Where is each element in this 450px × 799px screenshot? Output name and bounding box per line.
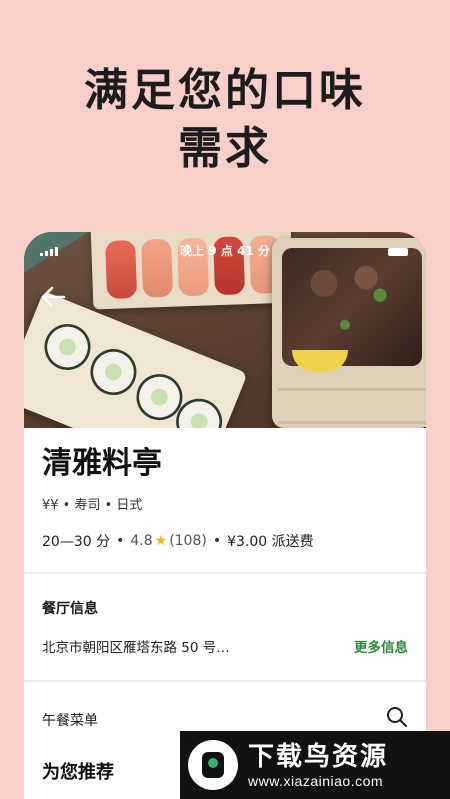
- watermark-logo-icon: [188, 740, 238, 790]
- watermark-banner: 下载鸟资源 www.xiazainiao.com: [180, 731, 450, 799]
- recommended-title: 为您推荐: [42, 762, 114, 783]
- divider: [24, 680, 426, 682]
- battery-icon: [388, 248, 408, 256]
- hero-food-photo: 晚上 9 点 41 分: [24, 232, 426, 428]
- restaurant-info: 清雅料亭 ¥¥ • 寿司 • 日式 20—30 分 • 4.8 ★ (108) …: [24, 428, 426, 551]
- headline-line-1: 满足您的口味: [84, 65, 366, 116]
- tray-ridges: [278, 388, 426, 424]
- watermark-text: 下载鸟资源 www.xiazainiao.com: [248, 741, 388, 789]
- delivery-fee: ¥3.00 派送费: [227, 534, 314, 550]
- headline-line-2: 需求: [178, 123, 272, 174]
- watermark-url: www.xiazainiao.com: [248, 773, 384, 789]
- restaurant-meta: 20—30 分 • 4.8 ★ (108) • ¥3.00 派送费: [42, 531, 408, 551]
- rating-value: 4.8: [130, 533, 153, 549]
- sushi-roll-image: [37, 317, 98, 377]
- info-section-title: 餐厅信息: [42, 601, 98, 617]
- sushi-roll-image: [83, 342, 144, 402]
- lunch-menu-label[interactable]: 午餐菜单: [42, 710, 98, 730]
- back-arrow-icon[interactable]: [38, 282, 68, 312]
- separator-dot: •: [212, 533, 222, 549]
- star-icon: ★: [154, 533, 168, 549]
- phone-screen: 晚上 9 点 41 分 清雅料亭 ¥¥ • 寿司 • 日式 20—30 分 • …: [24, 232, 426, 799]
- more-info-link[interactable]: 更多信息: [354, 636, 408, 656]
- status-time: 晚上 9 点 41 分: [180, 244, 270, 258]
- restaurant-tags: ¥¥ • 寿司 • 日式: [42, 498, 143, 513]
- lemon-image: [292, 350, 348, 372]
- watermark-title: 下载鸟资源: [248, 742, 389, 772]
- separator-dot: •: [116, 533, 125, 549]
- restaurant-name: 清雅料亭: [42, 446, 162, 481]
- delivery-time: 20—30 分: [42, 534, 111, 550]
- headline: 满足您的口味 需求: [0, 62, 450, 178]
- review-count: (108): [169, 533, 207, 549]
- status-bar: 晚上 9 点 41 分: [24, 232, 426, 268]
- search-icon[interactable]: [386, 706, 408, 728]
- restaurant-address: 北京市朝阳区雁塔东路 50 号…: [42, 640, 230, 656]
- divider: [24, 572, 426, 574]
